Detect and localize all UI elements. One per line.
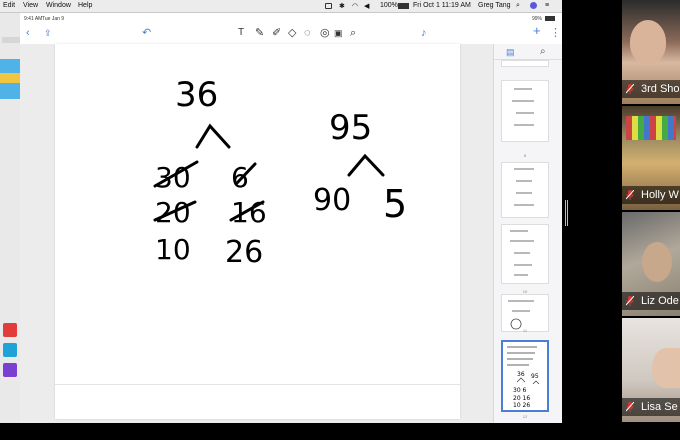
share-icon[interactable]: ⇪ (44, 27, 52, 39)
divider-handle[interactable] (565, 200, 568, 226)
tree1-right-2: 16 (231, 196, 267, 229)
thumbnail-number: 8 (523, 153, 527, 158)
participant-name: Liz Ode (641, 295, 679, 307)
tree2-left: 90 (313, 183, 351, 218)
text-tool-icon[interactable]: T (238, 27, 244, 39)
participant-name: Lisa Se (641, 401, 678, 413)
tree1-left-1: 30 (155, 161, 191, 194)
page-thumbnail[interactable] (501, 162, 549, 218)
svg-text:95: 95 (531, 373, 539, 380)
menu-view[interactable]: View (23, 2, 38, 9)
back-icon[interactable]: ‹ (26, 27, 30, 39)
muted-mic-icon (626, 402, 634, 412)
volume-icon[interactable]: ◀ (364, 2, 369, 10)
muted-mic-icon (626, 190, 634, 200)
svg-text:30 6: 30 6 (513, 387, 527, 394)
ipad-date: Tue Jan 9 (42, 16, 65, 22)
tree2-right: 5 (383, 182, 407, 226)
background-window-bar (2, 37, 20, 43)
participant-name-bar: 3rd Sho (622, 80, 680, 98)
page-thumbnail[interactable] (501, 80, 549, 142)
highlighter-icon[interactable]: ✐ (272, 27, 281, 39)
background-tile-red (3, 323, 17, 337)
video-tile[interactable]: Holly W (622, 106, 680, 210)
participant-face (642, 242, 672, 282)
tree2-root: 95 (329, 108, 372, 148)
siri-icon[interactable] (530, 2, 537, 9)
user-name[interactable]: Greg Tang (478, 2, 511, 9)
screen-share-icon[interactable] (325, 3, 332, 9)
ipad-time: 9:41 AM (24, 16, 43, 22)
add-page-button[interactable]: + (533, 24, 541, 37)
shapes-icon[interactable]: ◎ (320, 27, 330, 39)
tree1-right-3: 26 (225, 235, 263, 270)
background-tile-blue (3, 343, 17, 357)
mac-menu-bar: Edit View Window Help ✱ ◠ ◀ 100% Fri Oct… (0, 0, 562, 13)
participant-face (630, 20, 666, 64)
page-divider (55, 384, 460, 385)
tree1-left-3: 10 (155, 233, 191, 266)
svg-text:10 26: 10 26 (513, 402, 530, 409)
page-thumbnails-sidebar: ▤ ⌕ 8 9 10 11 369530 620 1610 26 12 12/1… (493, 44, 563, 423)
thumbnail-number: 11 (522, 328, 528, 333)
tree1-left-2: 20 (155, 196, 191, 229)
participant-face (652, 348, 680, 388)
participant-name: Holly W (641, 189, 679, 201)
menu-window[interactable]: Window (46, 2, 71, 9)
background-window (0, 13, 21, 423)
search-icon[interactable]: ⌕ (350, 27, 356, 39)
battery-percent: 100% (380, 2, 398, 9)
ipad-battery-icon (545, 16, 555, 21)
page-thumbnail[interactable] (501, 60, 549, 67)
participant-name: 3rd Sho (641, 83, 680, 95)
page-thumbnail[interactable] (501, 224, 549, 284)
search-icon[interactable]: ⌕ (540, 46, 546, 57)
video-tile[interactable]: 3rd Sho (622, 0, 680, 104)
background-tile-purple (3, 363, 17, 377)
video-tile[interactable]: Liz Ode (622, 212, 680, 316)
pages-icon[interactable]: ▤ (506, 47, 515, 58)
clock[interactable]: Fri Oct 1 11:19 AM (413, 2, 471, 9)
svg-text:20 16: 20 16 (513, 395, 530, 402)
bluetooth-icon[interactable]: ✱ (339, 2, 345, 10)
muted-mic-icon (626, 296, 634, 306)
microphone-icon[interactable]: ♪ (421, 27, 427, 39)
participant-name-bar: Holly W (622, 186, 680, 204)
background-window-banner (0, 59, 20, 99)
notebook-page[interactable]: 36 30 6 20 16 10 26 95 90 5 (55, 44, 460, 419)
pen-icon[interactable]: ✎ (255, 27, 264, 39)
tree2-branch (347, 153, 385, 177)
page-thumbnail[interactable] (501, 294, 549, 332)
tree1-branch (195, 123, 231, 149)
thumbnail-number: 12 (522, 414, 528, 419)
wifi-icon[interactable]: ◠ (352, 2, 358, 10)
more-options-button[interactable]: ⋮ (550, 27, 561, 39)
handwriting-layer: 36 30 6 20 16 10 26 95 90 5 (153, 75, 407, 270)
muted-mic-icon (626, 84, 634, 94)
participant-name-bar: Lisa Se (622, 398, 680, 416)
menu-help[interactable]: Help (78, 2, 92, 9)
participant-name-bar: Liz Ode (622, 292, 680, 310)
video-tile[interactable]: Lisa Se (622, 318, 680, 422)
notes-toolbar: ‹ ⇪ ↶ T ✎ ✐ ◇ ◌ ◎ ▣ ⌕ ♪ + ⋮ ▢ (20, 24, 576, 45)
spotlight-icon[interactable]: ⌕ (516, 2, 520, 10)
lasso-icon[interactable]: ◌ (304, 27, 311, 39)
ipad-battery: 99% (532, 16, 543, 22)
ipad-status-bar: 9:41 AM Tue Jan 9 99% (20, 13, 562, 24)
split-divider (562, 0, 620, 440)
undo-icon[interactable]: ↶ (142, 27, 151, 39)
menu-edit[interactable]: Edit (3, 2, 15, 9)
tree1-right-1: 6 (231, 161, 249, 194)
image-icon[interactable]: ▣ (334, 27, 343, 39)
svg-text:36: 36 (517, 371, 525, 378)
tree1-root: 36 (175, 75, 218, 115)
control-center-icon[interactable]: ≡ (545, 2, 549, 9)
eraser-icon[interactable]: ◇ (288, 27, 296, 39)
classroom-wall (626, 116, 676, 140)
battery-icon[interactable] (398, 3, 409, 9)
page-thumbnail-selected[interactable]: 36 95 30 6 20 16 10 26 (501, 340, 549, 412)
